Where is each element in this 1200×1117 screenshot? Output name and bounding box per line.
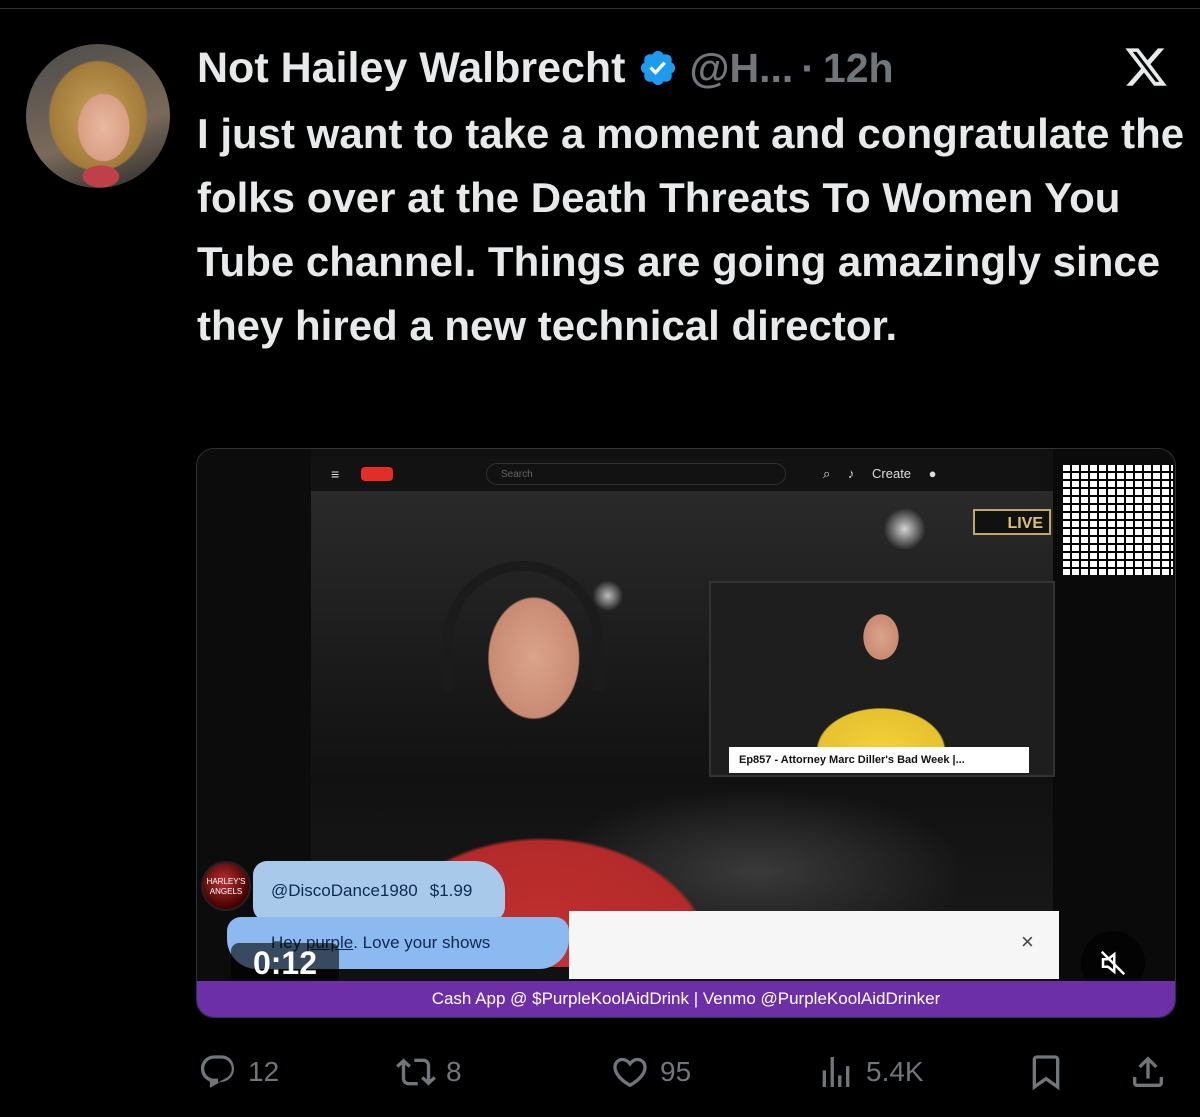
- video-player[interactable]: ≡ Search ⌕ ♪ Create ● LIVE Ep857 - Attor…: [196, 448, 1176, 1018]
- bookmark-icon: [1032, 1055, 1060, 1091]
- menu-icon: ≡: [331, 466, 340, 482]
- share-button[interactable]: [1128, 1052, 1168, 1092]
- chat-close-icon: ×: [1021, 929, 1034, 954]
- qr-code: [1063, 465, 1173, 575]
- top-divider: [0, 8, 1200, 9]
- avatar[interactable]: [26, 44, 170, 188]
- views-icon: [822, 1057, 850, 1087]
- youtube-search-field: Search: [486, 463, 786, 485]
- repost-icon: [396, 1058, 436, 1086]
- x-logo-icon[interactable]: [1120, 44, 1172, 90]
- inset-caption: Ep857 - Attorney Marc Diller's Bad Week …: [729, 747, 1029, 773]
- reply-count: 12: [248, 1056, 280, 1087]
- author-handle[interactable]: @H...: [690, 45, 794, 92]
- reply-icon: [200, 1055, 235, 1088]
- header-separator: ·: [801, 44, 815, 91]
- like-button[interactable]: 95: [610, 1052, 691, 1092]
- payment-banner: Cash App @ $PurpleKoolAidDrink | Venmo @…: [197, 981, 1175, 1017]
- superchat-amount: $1.99: [429, 881, 473, 900]
- youtube-logo-icon: [361, 467, 393, 481]
- chat-panel: ×: [569, 911, 1059, 979]
- share-icon: [1133, 1056, 1163, 1087]
- youtube-toolbar-icons: ⌕ ♪ Create ●: [823, 466, 937, 481]
- superchat-message-post: . Love your shows: [353, 933, 491, 952]
- like-count: 95: [660, 1056, 692, 1087]
- youtube-toolbar: ≡ Search ⌕ ♪ Create ●: [311, 457, 1039, 491]
- post-time[interactable]: 12h: [823, 45, 894, 92]
- superchat-user: @DiscoDance1980: [271, 881, 418, 900]
- superchat-avatar: HARLEY'S ANGELS: [201, 861, 251, 911]
- action-bar: 12 8 95 5.4K: [0, 1040, 1200, 1100]
- reply-button[interactable]: 12: [198, 1052, 279, 1092]
- author-name[interactable]: Not Hailey Walbrecht: [197, 44, 626, 93]
- views-count: 5.4K: [866, 1056, 924, 1087]
- like-icon: [613, 1057, 647, 1088]
- views-button[interactable]: 5.4K: [816, 1052, 924, 1092]
- verified-badge-icon: [640, 50, 675, 86]
- bookmark-button[interactable]: [1026, 1052, 1066, 1092]
- post-header: Not Hailey Walbrecht @H... · 12h: [197, 40, 894, 96]
- youtube-create-label: Create: [872, 466, 912, 481]
- repost-button[interactable]: 8: [396, 1052, 462, 1092]
- live-badge: LIVE: [973, 509, 1051, 535]
- repost-count: 8: [446, 1056, 462, 1087]
- mute-icon: [1100, 950, 1126, 976]
- post-text: I just want to take a moment and congrat…: [197, 110, 1185, 349]
- video-duration: 0:12: [231, 943, 339, 983]
- inset-host: [791, 601, 971, 751]
- superchat-header: @DiscoDance1980 $1.99: [253, 861, 505, 921]
